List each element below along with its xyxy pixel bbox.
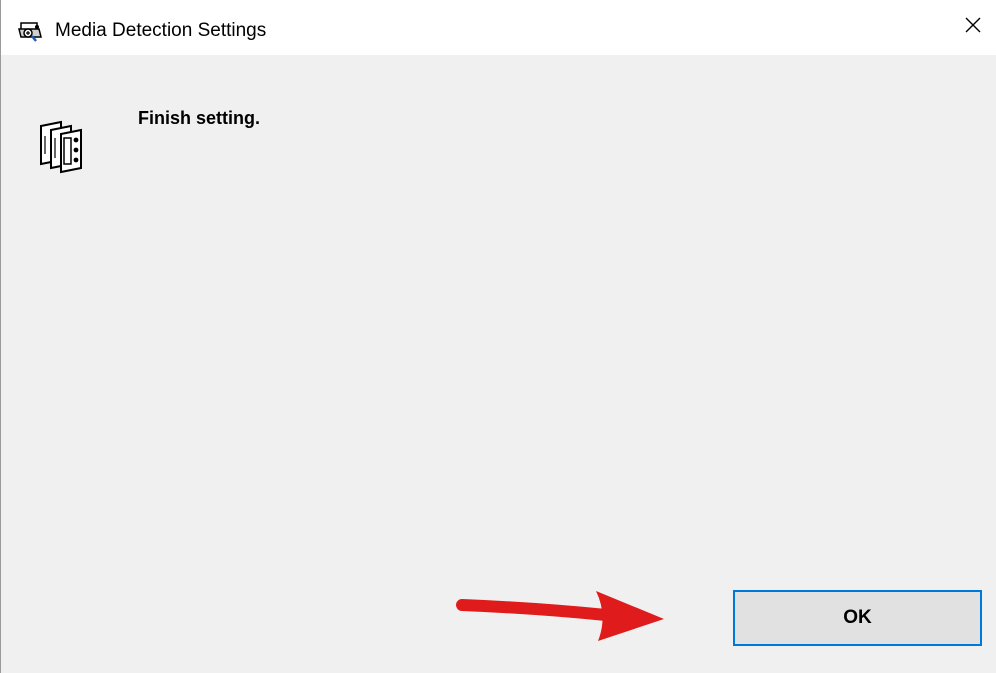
- printer-settings-icon: [17, 19, 43, 43]
- status-message: Finish setting.: [138, 108, 261, 128]
- close-button[interactable]: [950, 0, 996, 55]
- ok-button[interactable]: OK: [733, 590, 982, 646]
- title-bar[interactable]: Media Detection Settings: [1, 0, 996, 55]
- film-media-icon: [37, 118, 93, 174]
- window-title: Media Detection Settings: [55, 20, 267, 41]
- media-detection-dialog: Media Detection Settings Finish setting.…: [0, 0, 996, 673]
- red-arrow-right-icon: [456, 591, 664, 641]
- ok-button-label: OK: [843, 607, 872, 628]
- close-icon: [963, 15, 983, 40]
